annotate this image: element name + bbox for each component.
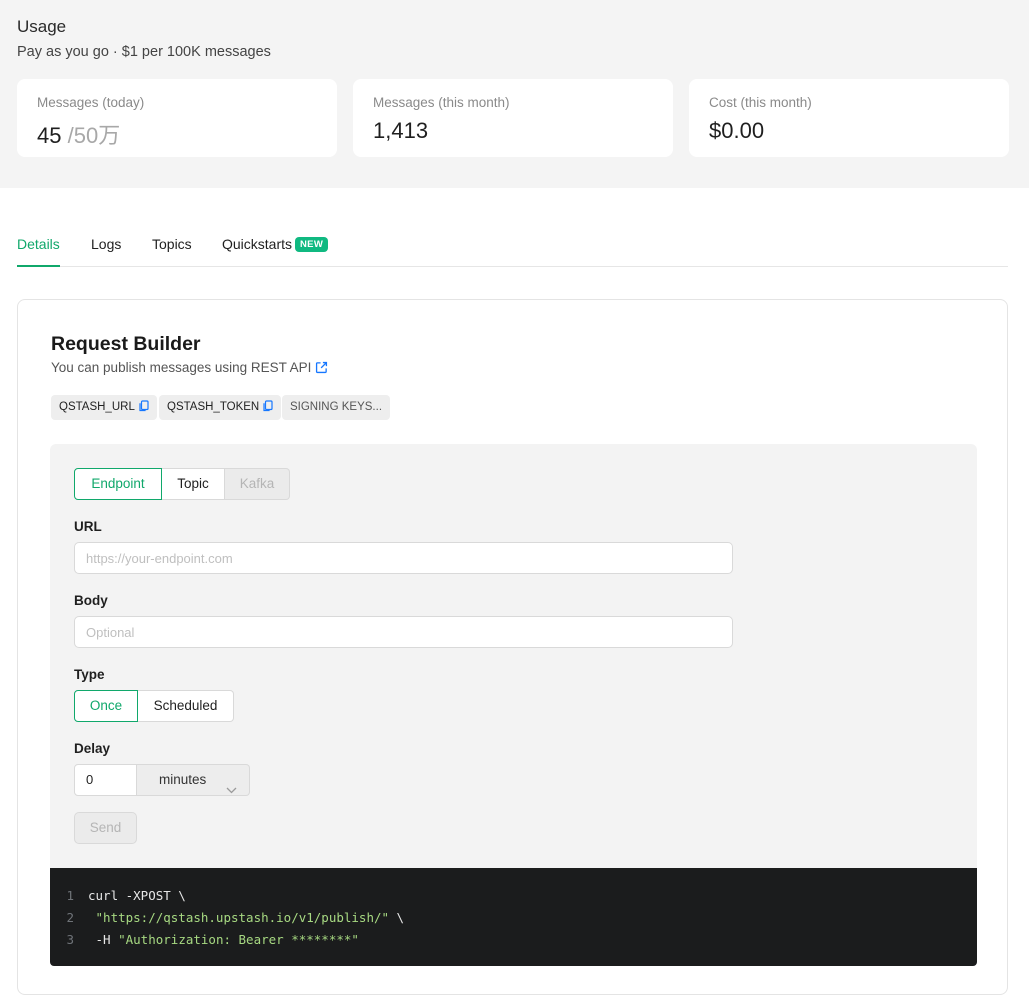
copy-icon[interactable] [263, 397, 273, 422]
tab-details[interactable]: Details [17, 236, 60, 267]
copy-icon[interactable] [139, 397, 149, 422]
stat-label: Messages (today) [37, 95, 145, 110]
code-line: 2 "https://qstash.upstash.io/v1/publish/… [50, 907, 977, 929]
code-line: 1 curl -XPOST \ [50, 885, 977, 907]
request-builder-card: Request Builder You can publish messages… [17, 299, 1008, 995]
code-line: 3 -H "Authorization: Bearer ********" [50, 929, 977, 951]
request-builder-title: Request Builder [51, 333, 201, 355]
delay-input[interactable]: 0 [74, 764, 137, 796]
once-option[interactable]: Once [74, 690, 138, 722]
code-text: -H [88, 932, 119, 947]
line-number: 2 [66, 910, 74, 925]
endpoint-tab[interactable]: Endpoint [74, 468, 162, 500]
signing-keys-chip[interactable]: SIGNING KEYS... [282, 395, 391, 420]
tab-quickstarts-label: Quickstarts [222, 236, 293, 252]
line-number: 1 [66, 888, 74, 903]
request-builder-subtitle: You can publish messages using REST API [51, 360, 328, 377]
request-form-panel: Endpoint Topic Kafka URL Body Type Once … [50, 444, 977, 868]
code-string: "Authorization: Bearer ********" [118, 932, 359, 947]
body-label: Body [74, 593, 108, 608]
delay-unit-select[interactable]: minutes [137, 764, 250, 796]
target-type-switch: Endpoint Topic Kafka [74, 468, 290, 500]
line-number: 3 [66, 932, 74, 947]
stat-card-cost-month: Cost (this month) $0.00 [689, 79, 1009, 157]
scheduled-option[interactable]: Scheduled [138, 690, 234, 722]
stat-label: Cost (this month) [709, 95, 812, 110]
type-switch: Once Scheduled [74, 690, 234, 722]
curl-code-block: 1 curl -XPOST \ 2 "https://qstash.upstash.… [50, 868, 977, 966]
url-label: URL [74, 519, 102, 534]
rest-api-text: You can publish messages using REST API [51, 360, 312, 375]
tab-logs[interactable]: Logs [91, 236, 121, 267]
qstash-token-chip[interactable]: QSTASH_TOKEN [159, 395, 282, 422]
stat-label: Messages (this month) [373, 95, 510, 110]
stat-card-messages-month: Messages (this month) 1,413 [353, 79, 673, 157]
delay-label: Delay [74, 741, 111, 756]
usage-section: Usage Pay as you go · $1 per 100K messag… [0, 0, 1029, 188]
pricing-subtitle: Pay as you go · $1 per 100K messages [17, 44, 271, 60]
qstash-url-chip[interactable]: QSTASH_URL [51, 395, 157, 420]
kafka-tab[interactable]: Kafka [225, 468, 290, 500]
code-text: curl -XPOST \ [88, 888, 186, 903]
external-link-icon[interactable] [315, 361, 328, 377]
code-string: "https://qstash.upstash.io/v1/publish/" [88, 910, 390, 925]
tab-bar: Details Logs Topics Quickstarts NEW [17, 228, 1008, 267]
stat-value-number: 45 [37, 123, 62, 148]
stat-card-messages-today: Messages (today) 45 /50万 [17, 79, 337, 157]
delay-unit-value: minutes [159, 772, 207, 787]
chip-label: QSTASH_TOKEN [167, 401, 260, 413]
type-label: Type [74, 667, 105, 682]
tab-quickstarts[interactable]: Quickstarts NEW [222, 236, 329, 267]
usage-title: Usage [17, 17, 67, 36]
delay-control: 0 minutes [74, 764, 250, 796]
chevron-down-icon [226, 775, 237, 805]
code-text: \ [389, 910, 405, 925]
send-button[interactable]: Send [74, 812, 137, 844]
stat-limit: /50万 [67, 123, 121, 148]
stat-value: 1,413 [373, 118, 429, 143]
stat-value: 45 /50万 [37, 118, 120, 150]
url-input[interactable] [74, 542, 733, 574]
new-badge: NEW [295, 237, 329, 252]
body-input[interactable] [74, 616, 733, 648]
tab-topics[interactable]: Topics [152, 236, 192, 267]
stat-value: $0.00 [709, 118, 765, 143]
chip-label: QSTASH_URL [59, 401, 135, 413]
topic-tab[interactable]: Topic [162, 468, 225, 500]
